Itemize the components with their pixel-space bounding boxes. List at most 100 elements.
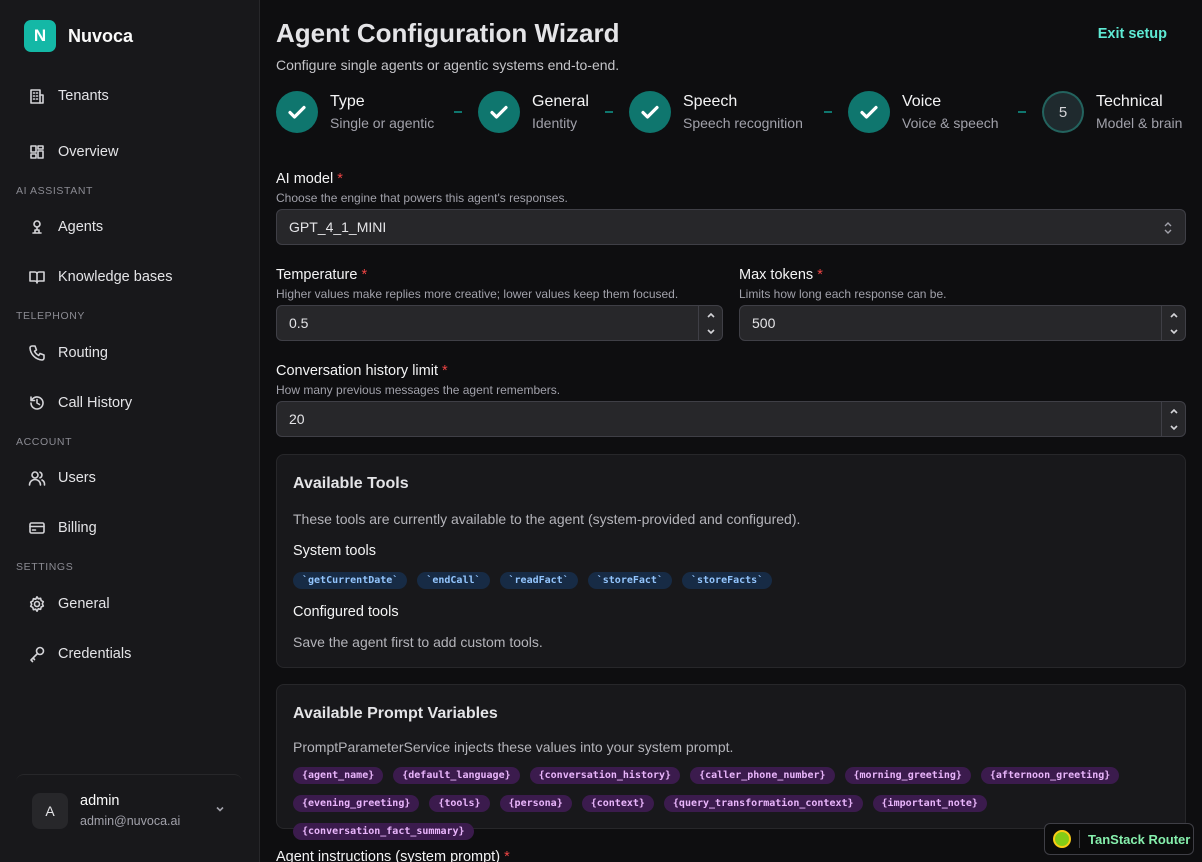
history-limit-value: 20 xyxy=(289,411,305,427)
exit-setup-link[interactable]: Exit setup xyxy=(1098,26,1167,42)
step-title: Type xyxy=(330,93,365,110)
sidebar-item-general[interactable]: General xyxy=(16,586,244,622)
chevron-up-icon[interactable] xyxy=(1169,311,1179,319)
tool-chip: `readFact` xyxy=(499,572,578,589)
variable-chip: {query_transformation_context} xyxy=(663,795,863,812)
max-tokens-help: Limits how long each response can be. xyxy=(739,287,947,301)
max-tokens-value: 500 xyxy=(752,315,776,331)
step-speech[interactable]: Speech Speech recognition xyxy=(629,91,803,133)
field-label-text: Temperature xyxy=(276,267,358,283)
sidebar-item-billing[interactable]: Billing xyxy=(16,510,244,546)
history-limit-input[interactable]: 20 xyxy=(276,401,1186,437)
step-title: Voice xyxy=(902,93,942,110)
history-icon xyxy=(30,396,44,410)
step-subtitle: Model & brain xyxy=(1096,115,1183,131)
chevron-up-icon[interactable] xyxy=(706,311,716,319)
step-complete-circle xyxy=(848,91,890,133)
required-mark: * xyxy=(337,171,343,187)
sidebar-item-credentials[interactable]: Credentials xyxy=(16,636,244,672)
step-connector xyxy=(454,111,462,113)
number-stepper[interactable] xyxy=(1161,402,1185,436)
check-icon xyxy=(490,105,508,119)
tool-chip: `storeFacts` xyxy=(681,572,773,589)
sidebar-item-routing[interactable]: Routing xyxy=(16,335,244,371)
ai-model-select[interactable]: GPT_4_1_MINI xyxy=(276,209,1186,245)
divider xyxy=(1079,830,1080,848)
variable-chip: {persona} xyxy=(499,795,572,812)
variable-chip: {conversation_history} xyxy=(529,767,681,784)
sidebar-item-label: Credentials xyxy=(58,646,132,662)
page-title: Agent Configuration Wizard xyxy=(276,18,620,48)
chevron-up-icon[interactable] xyxy=(1169,407,1179,415)
sidebar-item-call-history[interactable]: Call History xyxy=(16,385,244,421)
tool-chip: `endCall` xyxy=(417,572,490,589)
step-general[interactable]: General Identity xyxy=(478,91,589,133)
check-icon xyxy=(288,105,306,119)
field-label-text: Max tokens xyxy=(739,267,814,283)
temperature-help: Higher values make replies more creative… xyxy=(276,287,679,301)
history-limit-label: Conversation history limit * xyxy=(276,363,448,379)
step-technical[interactable]: 5 Technical Model & brain xyxy=(1042,91,1182,133)
system-tools-list: `getCurrentDate` `endCall` `readFact` `s… xyxy=(293,572,773,589)
ai-model-label: AI model * xyxy=(276,171,343,187)
sidebar-item-label: General xyxy=(58,596,110,612)
card-title: Available Prompt Variables xyxy=(293,705,498,722)
configured-tools-heading: Configured tools xyxy=(293,604,399,620)
book-icon xyxy=(29,271,45,284)
check-icon xyxy=(641,105,659,119)
section-label-settings: SETTINGS xyxy=(16,561,74,573)
temperature-label: Temperature * xyxy=(276,267,367,283)
step-connector xyxy=(824,111,832,113)
users-icon xyxy=(28,471,46,486)
variable-chip: {afternoon_greeting} xyxy=(980,767,1120,784)
step-type[interactable]: Type Single or agentic xyxy=(276,91,434,133)
bot-icon xyxy=(32,220,42,234)
system-tools-heading: System tools xyxy=(293,543,376,559)
user-menu[interactable]: A admin admin@nuvoca.ai xyxy=(16,774,242,846)
max-tokens-input[interactable]: 500 xyxy=(739,305,1186,341)
sidebar-item-tenants[interactable]: Tenants xyxy=(16,78,244,114)
step-voice[interactable]: Voice Voice & speech xyxy=(848,91,999,133)
step-connector xyxy=(1018,111,1026,113)
sidebar-item-label: Knowledge bases xyxy=(58,269,173,285)
card-title: Available Tools xyxy=(293,475,409,492)
section-label-telephony: TELEPHONY xyxy=(16,310,85,322)
max-tokens-label: Max tokens * xyxy=(739,267,823,283)
chevron-down-icon[interactable] xyxy=(1169,328,1179,336)
variable-chip: {tools} xyxy=(429,795,490,812)
key-icon xyxy=(30,646,45,663)
card-description: PromptParameterService injects these val… xyxy=(293,739,734,755)
tanstack-router-devtools-button[interactable]: TanStack Router xyxy=(1044,823,1194,855)
chevron-down-icon[interactable] xyxy=(1169,424,1179,432)
sidebar-item-knowledge-bases[interactable]: Knowledge bases xyxy=(16,259,244,295)
prompt-variables-list: {agent_name} {default_language} {convers… xyxy=(293,767,1173,840)
tanstack-logo-icon xyxy=(1053,830,1071,848)
sidebar-item-label: Overview xyxy=(58,144,119,160)
step-subtitle: Identity xyxy=(532,115,578,131)
chevron-down-icon xyxy=(216,806,224,812)
step-complete-circle xyxy=(478,91,520,133)
sidebar-item-overview[interactable]: Overview xyxy=(16,134,244,170)
variable-chip: {context} xyxy=(581,795,654,812)
sidebar-item-label: Users xyxy=(58,470,96,486)
brand[interactable]: N Nuvoca xyxy=(24,20,133,52)
step-title: General xyxy=(532,93,589,110)
history-limit-help: How many previous messages the agent rem… xyxy=(276,383,561,397)
user-name: admin xyxy=(80,793,120,809)
sidebar-item-agents[interactable]: Agents xyxy=(16,209,244,245)
number-stepper[interactable] xyxy=(698,306,722,340)
step-subtitle: Speech recognition xyxy=(683,115,803,131)
chevron-down-icon[interactable] xyxy=(706,328,716,336)
avatar: A xyxy=(32,792,68,829)
variable-chip: {conversation_fact_summary} xyxy=(293,823,474,840)
step-complete-circle xyxy=(629,91,671,133)
sidebar-item-label: Call History xyxy=(58,395,133,411)
section-label-ai-assistant: AI ASSISTANT xyxy=(16,185,94,197)
sidebar-item-users[interactable]: Users xyxy=(16,460,244,496)
temperature-input[interactable]: 0.5 xyxy=(276,305,723,341)
tool-chip: `getCurrentDate` xyxy=(293,572,408,589)
configured-tools-empty: Save the agent first to add custom tools… xyxy=(293,634,543,650)
main-content: Agent Configuration Wizard Configure sin… xyxy=(260,0,1202,862)
number-stepper[interactable] xyxy=(1161,306,1185,340)
step-complete-circle xyxy=(276,91,318,133)
